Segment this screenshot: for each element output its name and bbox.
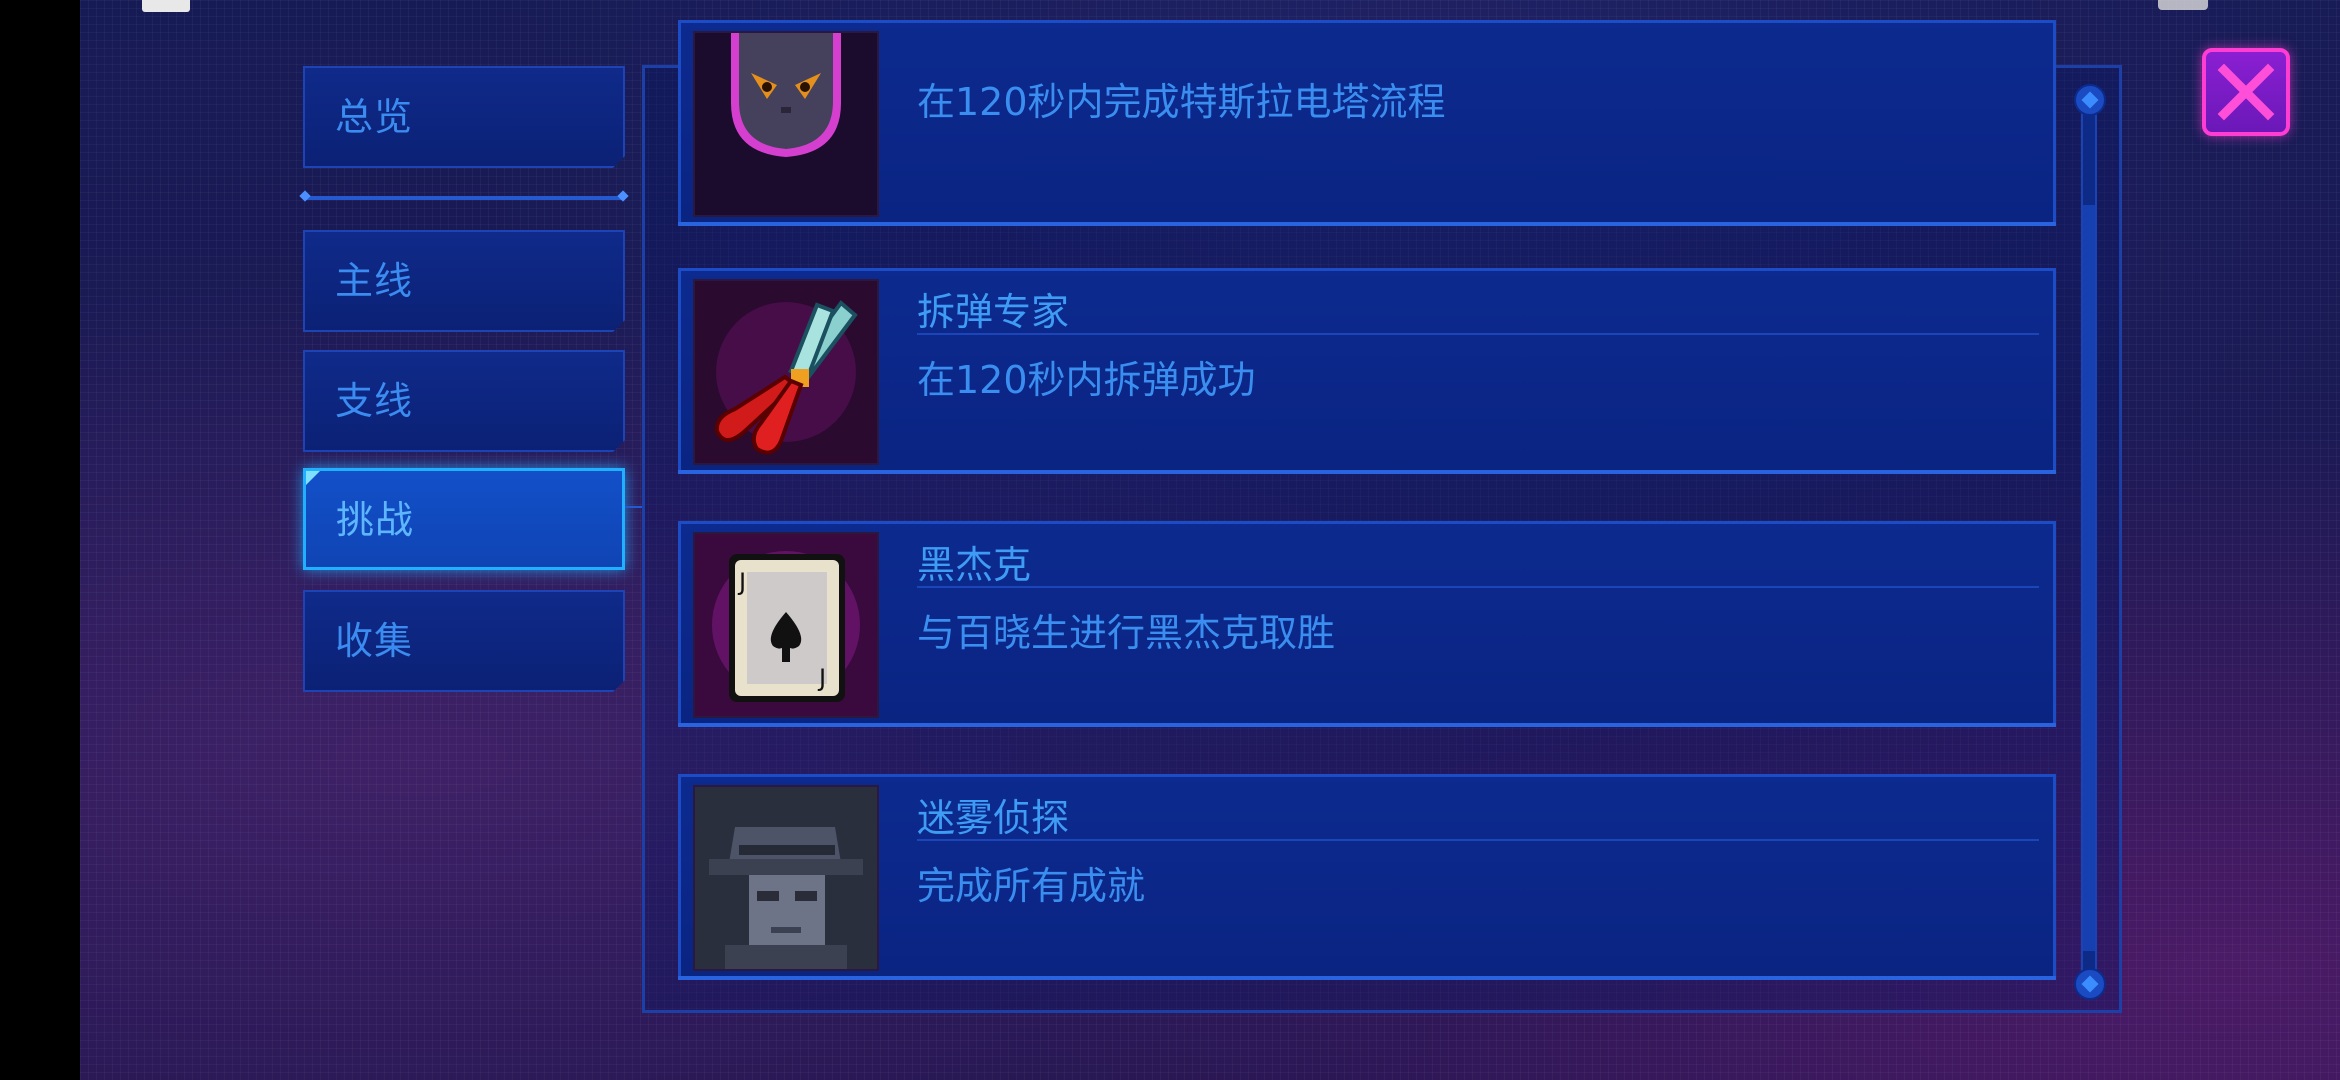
card-separator xyxy=(917,586,2039,588)
close-icon xyxy=(2217,63,2275,121)
tab-collection[interactable]: 收集 xyxy=(303,590,625,692)
achievement-card[interactable]: 在120秒内完成特斯拉电塔流程 xyxy=(678,20,2056,226)
achievement-description: 在120秒内拆弹成功 xyxy=(917,358,1256,402)
achievement-description: 完成所有成就 xyxy=(917,864,1146,908)
tab-overview[interactable]: 总览 xyxy=(303,66,625,168)
svg-text:J: J xyxy=(817,664,826,692)
scrollbar-thumb[interactable] xyxy=(2083,205,2095,951)
card-separator xyxy=(917,839,2039,841)
tab-side-quest[interactable]: 支线 xyxy=(303,350,625,452)
scroll-up-cap[interactable] xyxy=(2074,84,2106,116)
playing-card-icon: J J xyxy=(693,532,879,718)
achievement-list[interactable]: 在120秒内完成特斯拉电塔流程 拆弹专家 在120秒内拆弹成功 J J 黑杰克 … xyxy=(678,0,2056,1000)
achievement-card[interactable]: J J 黑杰克 与百晓生进行黑杰克取胜 xyxy=(678,521,2056,727)
achievement-description: 与百晓生进行黑杰克取胜 xyxy=(917,611,1336,655)
achievement-title: 黑杰克 xyxy=(917,543,1032,587)
achievement-card[interactable]: 拆弹专家 在120秒内拆弹成功 xyxy=(678,268,2056,474)
detective-icon xyxy=(693,785,879,971)
card-separator xyxy=(917,333,2039,335)
achievement-card[interactable]: 迷雾侦探 完成所有成就 xyxy=(678,774,2056,980)
tab-challenge[interactable]: 挑战 xyxy=(303,468,625,570)
scroll-down-cap[interactable] xyxy=(2074,968,2106,1000)
close-button[interactable] xyxy=(2202,48,2290,136)
cat-icon xyxy=(693,31,879,217)
svg-text:J: J xyxy=(737,568,746,596)
sidebar-divider xyxy=(303,196,625,200)
achievement-description: 在120秒内完成特斯拉电塔流程 xyxy=(917,80,1446,124)
status-bar-fragment-right xyxy=(2158,0,2208,10)
achievement-title: 拆弹专家 xyxy=(917,290,1070,334)
status-bar-fragment xyxy=(142,0,190,12)
tab-main-quest[interactable]: 主线 xyxy=(303,230,625,332)
wire-cutter-icon xyxy=(693,279,879,465)
achievement-title: 迷雾侦探 xyxy=(917,796,1070,840)
